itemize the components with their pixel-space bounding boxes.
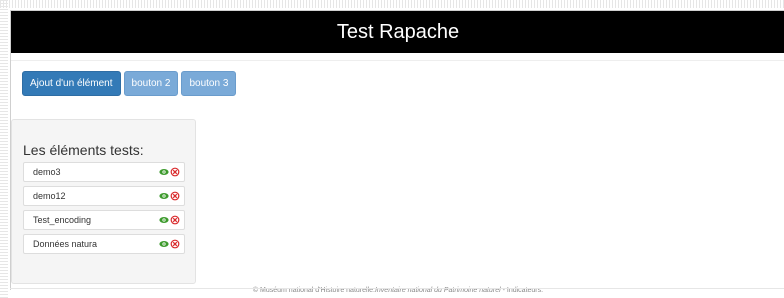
eye-icon[interactable] xyxy=(159,239,169,249)
toolbar: Ajout d'un élément bouton 2 bouton 3 xyxy=(22,71,237,96)
panel-title: Les éléments tests: xyxy=(23,142,144,158)
list-item-label: demo12 xyxy=(33,191,66,201)
page-title: Test Rapache xyxy=(336,20,460,43)
list-item-actions xyxy=(159,191,180,201)
header-divider xyxy=(11,53,784,61)
remove-circle-icon[interactable] xyxy=(170,191,180,201)
remove-circle-icon[interactable] xyxy=(170,239,180,249)
eye-icon[interactable] xyxy=(159,167,169,177)
list-item-label: Test_encoding xyxy=(33,215,92,225)
list-item[interactable]: demo12 xyxy=(23,186,185,206)
remove-circle-icon[interactable] xyxy=(170,167,180,177)
list-item-actions xyxy=(159,215,180,225)
header-bar: Test Rapache xyxy=(11,11,784,53)
elements-panel: Les éléments tests: demo3 demo12 Test_en… xyxy=(11,119,196,284)
list-item-label: demo3 xyxy=(33,167,61,177)
eye-icon[interactable] xyxy=(159,215,169,225)
bottom-divider xyxy=(10,288,784,289)
list-item-label: Données natura xyxy=(33,239,98,249)
header-edge xyxy=(778,11,784,53)
remove-circle-icon[interactable] xyxy=(170,215,180,225)
list-item-actions xyxy=(159,167,180,177)
list-item[interactable]: demo3 xyxy=(23,162,185,182)
elements-list: demo3 demo12 Test_encoding Données natur… xyxy=(23,162,185,254)
button-2[interactable]: bouton 2 xyxy=(123,71,179,96)
page: Test Rapache Ajout d'un élément bouton 2… xyxy=(10,10,784,294)
list-item[interactable]: Données natura xyxy=(23,234,185,254)
add-element-button[interactable]: Ajout d'un élément xyxy=(22,71,121,96)
eye-icon[interactable] xyxy=(159,191,169,201)
list-item-actions xyxy=(159,239,180,249)
button-3[interactable]: bouton 3 xyxy=(181,71,237,96)
list-item[interactable]: Test_encoding xyxy=(23,210,185,230)
